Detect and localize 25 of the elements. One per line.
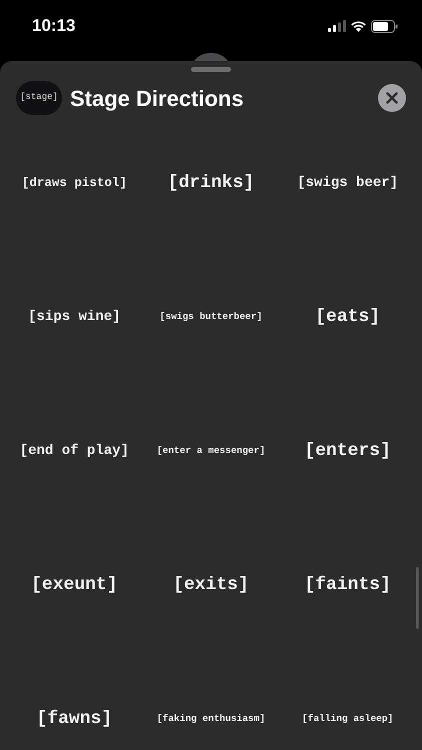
sticker[interactable]: [exits] <box>173 572 249 598</box>
sticker[interactable]: [draws pistol] <box>22 174 127 192</box>
sticker[interactable]: [enters] <box>304 438 391 464</box>
scroll-indicator <box>416 567 419 629</box>
grabber-handle[interactable] <box>191 67 231 72</box>
close-icon <box>386 92 398 104</box>
close-button[interactable] <box>378 84 406 112</box>
sticker[interactable]: [sips wine] <box>28 306 121 328</box>
sticker[interactable]: [end of play] <box>20 440 129 462</box>
sticker[interactable]: [swigs beer] <box>297 172 398 194</box>
app-icon: [stage] <box>16 81 62 115</box>
battery-icon <box>371 20 398 32</box>
sticker[interactable]: [enter a messenger] <box>156 444 266 458</box>
sticker[interactable]: [drinks] <box>168 170 254 196</box>
wifi-icon <box>350 20 367 32</box>
sticker[interactable]: [faints] <box>304 572 391 598</box>
sticker[interactable]: [faking enthusiasm] <box>156 712 266 726</box>
status-time: 10:13 <box>32 15 76 38</box>
sticker[interactable]: [exeunt] <box>31 572 118 598</box>
sticker[interactable]: [swigs butterbeer] <box>160 310 262 324</box>
sheet-title: Stage Directions <box>70 84 245 113</box>
sticker[interactable]: [eats] <box>315 304 380 330</box>
sticker[interactable]: [falling asleep] <box>302 712 394 726</box>
signal-icon <box>328 20 346 32</box>
sticker[interactable]: [fawns] <box>36 706 112 732</box>
